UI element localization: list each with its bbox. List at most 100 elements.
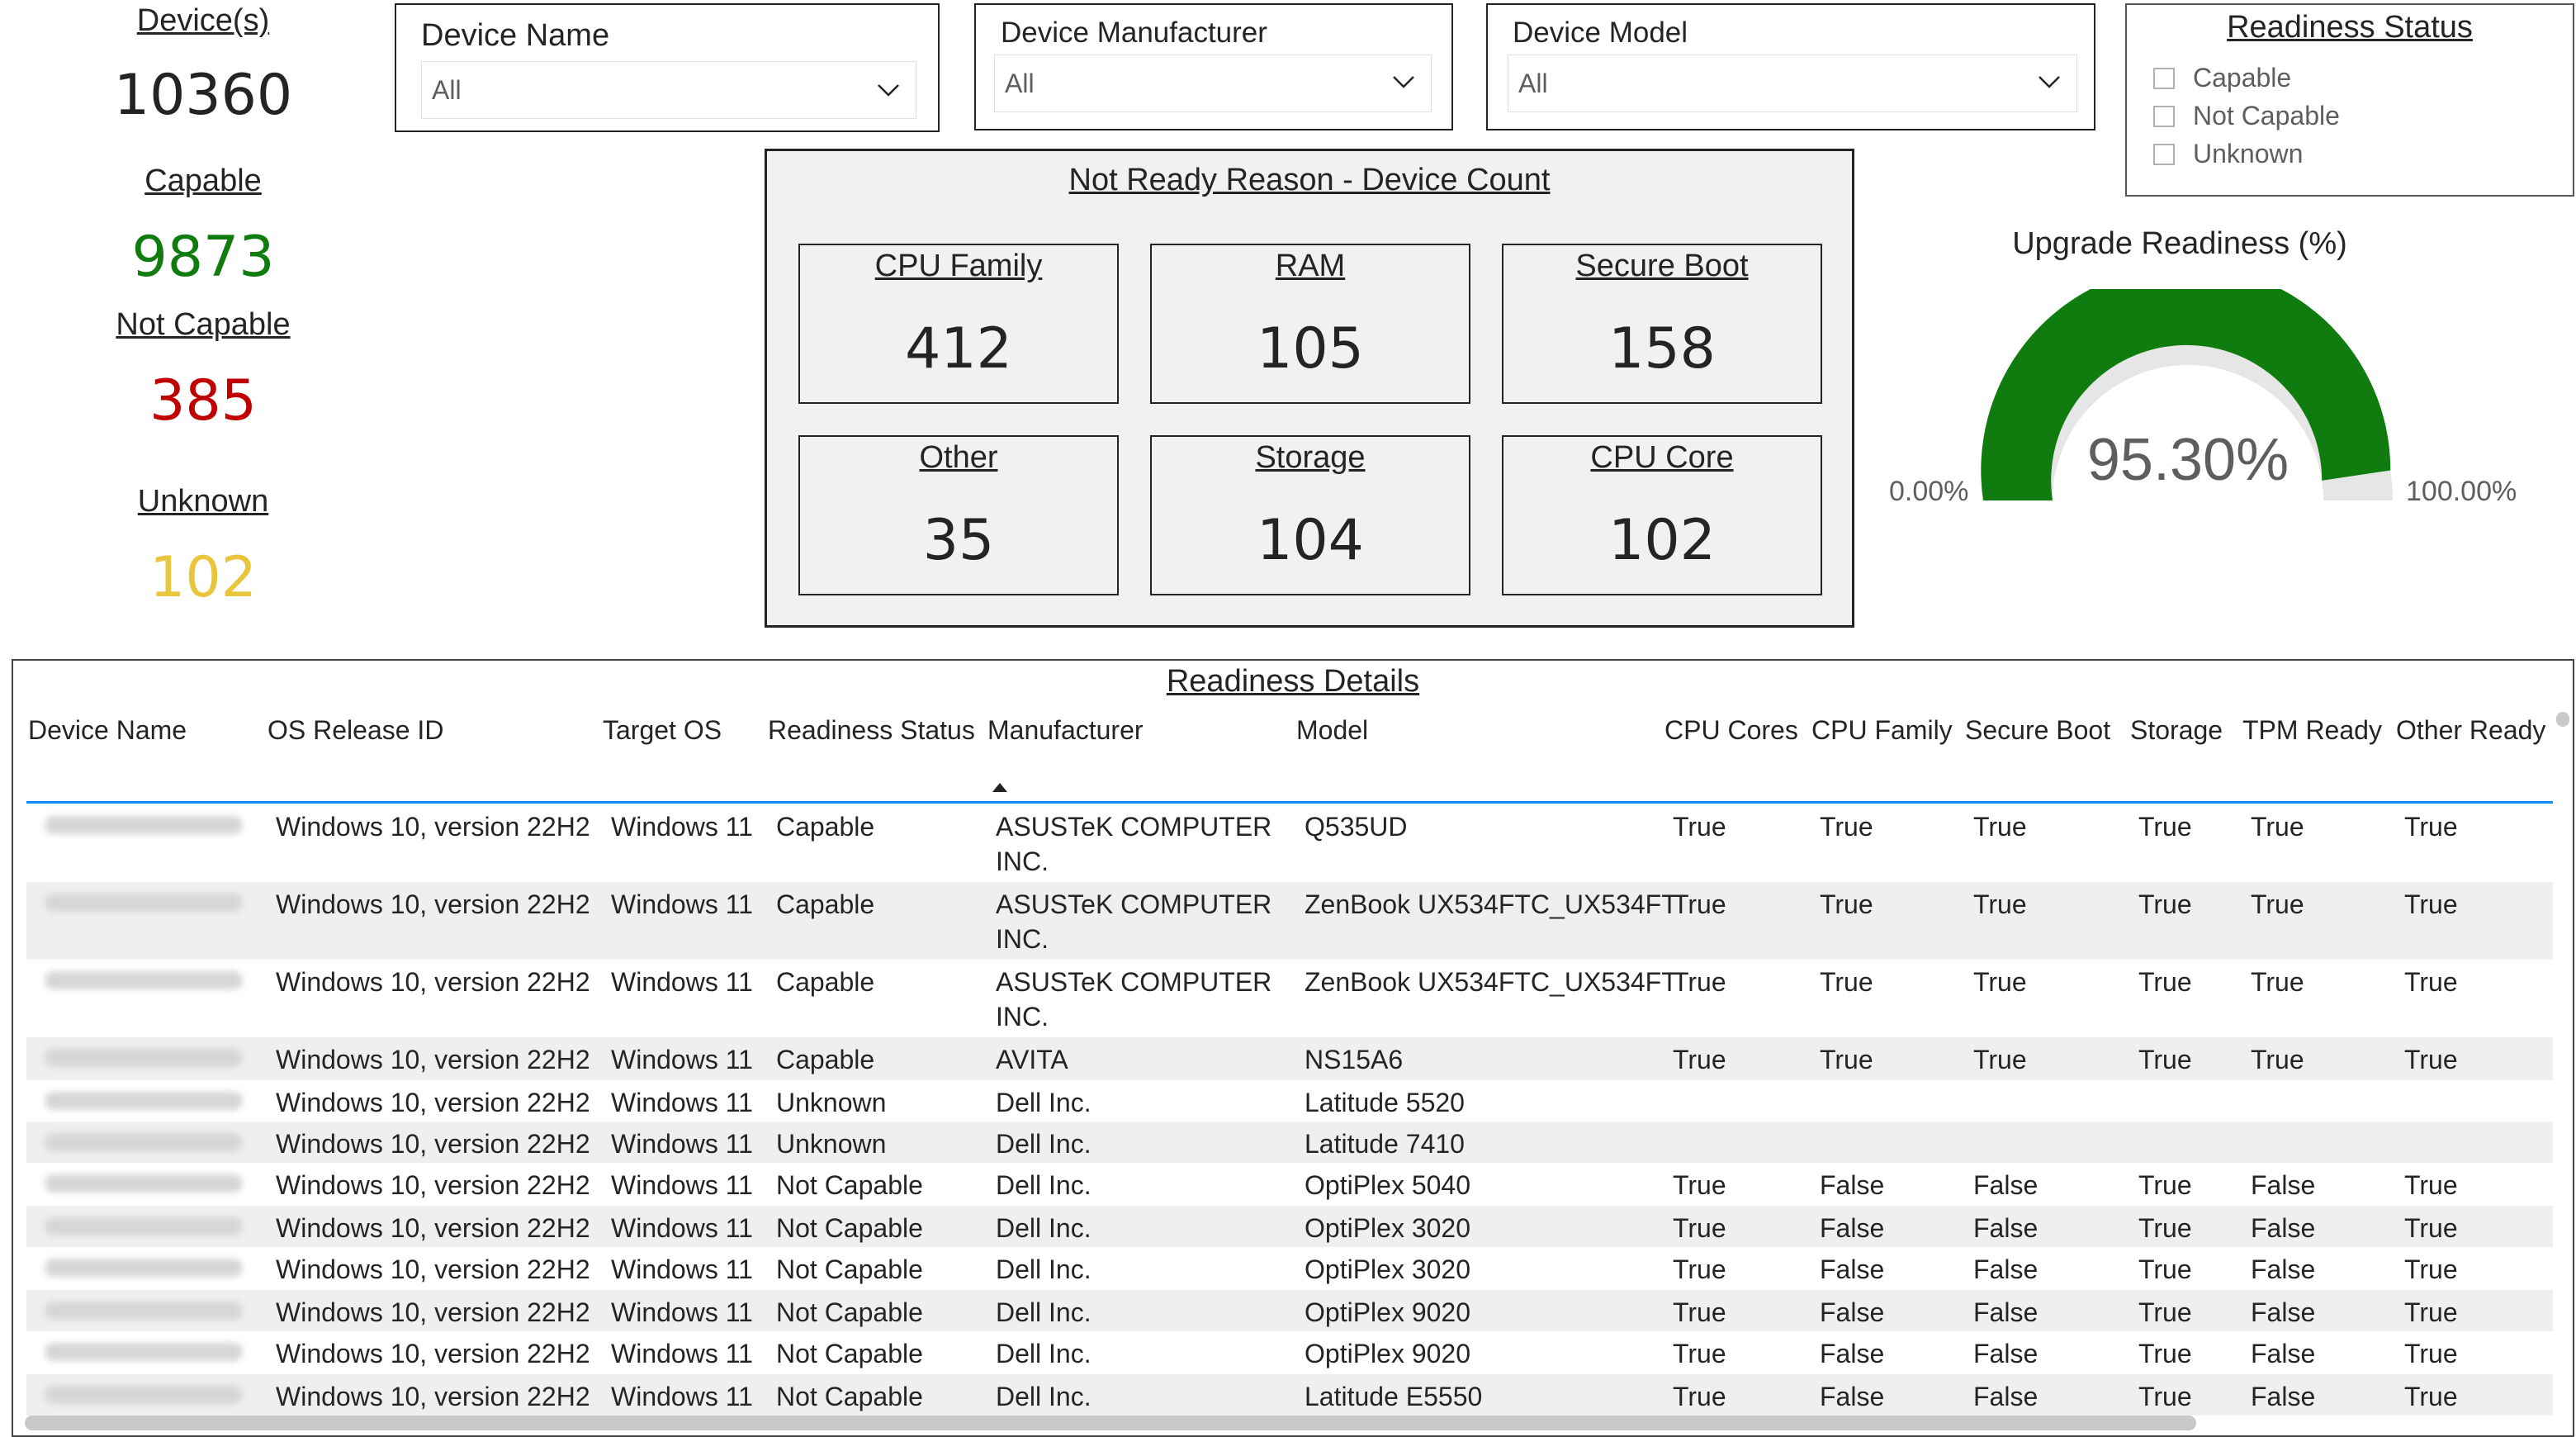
table-cell: Windows 11 xyxy=(611,1170,753,1200)
table-cell: Capable xyxy=(776,889,875,919)
redacted-device-name xyxy=(45,1259,243,1277)
column-header[interactable]: Model xyxy=(1296,715,1368,746)
device-name-slicer-title: Device Name xyxy=(421,18,610,53)
table-cell: True xyxy=(1673,1339,1726,1368)
device-manufacturer-slicer: Device Manufacturer All xyxy=(974,3,1453,130)
card-value: 102 xyxy=(1608,508,1716,573)
table-row[interactable]: Windows 10, version 22H2 Windows 11 Capabl… xyxy=(26,1037,2553,1080)
checkbox-icon xyxy=(2153,105,2175,127)
redacted-device-name xyxy=(45,971,243,989)
column-header[interactable]: Target OS xyxy=(603,715,722,746)
table-cell: OptiPlex 3020 xyxy=(1305,1213,1471,1243)
table-cell: Windows 10, version 22H2 xyxy=(276,967,590,997)
table-cell: False xyxy=(1973,1382,2039,1411)
column-header[interactable]: CPU Cores xyxy=(1664,715,1798,746)
device-manufacturer-dropdown[interactable]: All xyxy=(994,55,1432,112)
table-cell: OptiPlex 5040 xyxy=(1305,1170,1471,1200)
table-cell: Not Capable xyxy=(776,1213,923,1243)
table-cell: Windows 11 xyxy=(611,1382,753,1411)
device-name-dropdown[interactable]: All xyxy=(421,61,916,119)
table-cell: Windows 11 xyxy=(611,1297,753,1327)
chevron-down-icon xyxy=(1393,76,1414,88)
table-cell: INC. xyxy=(996,1002,1049,1032)
card-label: Secure Boot xyxy=(1575,249,1749,283)
table-row[interactable]: Windows 10, version 22H2 Windows 11 Not Ca… xyxy=(26,1331,2553,1374)
table-row[interactable]: Windows 10, version 22H2 Windows 11 Capabl… xyxy=(26,804,2553,882)
table-cell: True xyxy=(1973,1045,2027,1074)
card-label: Other xyxy=(919,440,998,475)
table-row[interactable]: Windows 10, version 22H2 Windows 11 Capabl… xyxy=(26,882,2553,960)
table-cell: True xyxy=(2138,1297,2192,1327)
table-cell: NS15A6 xyxy=(1305,1045,1404,1074)
table-cell: Unknown xyxy=(776,1088,887,1117)
checkbox-icon xyxy=(2153,67,2175,89)
table-row[interactable]: Windows 10, version 22H2 Windows 11 Not Ca… xyxy=(26,1247,2553,1290)
column-header[interactable]: Secure Boot xyxy=(1965,715,2110,746)
card-value: 105 xyxy=(1257,316,1364,382)
column-header[interactable]: Manufacturer xyxy=(987,715,1144,746)
table-cell: Windows 10, version 22H2 xyxy=(276,1045,590,1074)
kpi-not-capable-value: 385 xyxy=(149,368,257,434)
redacted-device-name xyxy=(45,1386,243,1404)
readiness-option-label: Capable xyxy=(2193,63,2292,92)
chevron-down-icon xyxy=(2039,76,2060,88)
column-header[interactable]: CPU Family xyxy=(1811,715,1953,746)
column-header[interactable]: TPM Ready xyxy=(2242,715,2382,746)
gauge-min-label: 0.00% xyxy=(1889,476,1969,507)
table-cell: Latitude 5520 xyxy=(1305,1088,1465,1117)
table-cell: Windows 10, version 22H2 xyxy=(276,812,590,842)
device-manufacturer-slicer-title: Device Manufacturer xyxy=(1001,17,1267,49)
table-cell: Capable xyxy=(776,812,875,842)
table-cell: Windows 10, version 22H2 xyxy=(276,1213,590,1243)
vertical-scrollbar[interactable] xyxy=(2556,712,2569,727)
column-header[interactable]: OS Release ID xyxy=(268,715,443,746)
not-ready-card-secure-boot: Secure Boot 158 xyxy=(1502,244,1822,404)
table-cell: Windows 11 xyxy=(611,1213,753,1243)
not-ready-reason-title: Not Ready Reason - Device Count xyxy=(1068,163,1551,197)
device-model-dropdown[interactable]: All xyxy=(1508,55,2077,112)
table-cell: False xyxy=(1973,1254,2039,1284)
column-header[interactable]: Readiness Status xyxy=(768,715,975,746)
table-cell: True xyxy=(2251,889,2304,919)
table-row[interactable]: Windows 10, version 22H2 Windows 11 Not Ca… xyxy=(26,1206,2553,1247)
table-cell: Windows 11 xyxy=(611,967,753,997)
table-cell: Dell Inc. xyxy=(996,1213,1091,1243)
readiness-option-capable[interactable]: Capable xyxy=(2153,63,2291,93)
table-cell: ZenBook UX534FTC_UX534FT xyxy=(1305,889,1678,919)
card-value: 158 xyxy=(1608,316,1716,382)
redacted-device-name xyxy=(45,1174,243,1193)
readiness-option-not-capable[interactable]: Not Capable xyxy=(2153,101,2340,131)
horizontal-scrollbar[interactable] xyxy=(25,1416,2196,1430)
table-cell: True xyxy=(1973,967,2027,997)
table-cell: True xyxy=(2138,1213,2192,1243)
readiness-option-unknown[interactable]: Unknown xyxy=(2153,139,2303,169)
table-cell: Windows 10, version 22H2 xyxy=(276,1297,590,1327)
column-header[interactable]: Other Ready xyxy=(2396,715,2545,746)
readiness-status-title: Readiness Status xyxy=(2227,10,2473,45)
table-row[interactable]: Windows 10, version 22H2 Windows 11 Not Ca… xyxy=(26,1374,2553,1416)
table-cell: True xyxy=(1673,1213,1726,1243)
table-cell: True xyxy=(1820,1045,1873,1074)
column-header[interactable]: Storage xyxy=(2130,715,2223,746)
table-cell: Windows 11 xyxy=(611,1088,753,1117)
not-ready-card-ram: RAM 105 xyxy=(1150,244,1470,404)
table-cell: Windows 10, version 22H2 xyxy=(276,1129,590,1159)
not-ready-reason-panel: Not Ready Reason - Device Count CPU Fami… xyxy=(765,149,1854,628)
card-label: RAM xyxy=(1275,249,1346,283)
kpi-not-capable-label: Not Capable xyxy=(116,307,291,342)
table-cell: True xyxy=(1820,967,1873,997)
column-header[interactable]: Device Name xyxy=(28,715,187,746)
table-cell: Not Capable xyxy=(776,1170,923,1200)
table-cell: Dell Inc. xyxy=(996,1382,1091,1411)
table-row[interactable]: Windows 10, version 22H2 Windows 11 Unknow… xyxy=(26,1122,2553,1163)
table-cell: INC. xyxy=(996,847,1049,876)
table-row[interactable]: Windows 10, version 22H2 Windows 11 Capabl… xyxy=(26,960,2553,1037)
table-cell: Latitude 7410 xyxy=(1305,1129,1465,1159)
table-cell: ASUSTeK COMPUTER xyxy=(996,889,1272,919)
table-row[interactable]: Windows 10, version 22H2 Windows 11 Unknow… xyxy=(26,1080,2553,1122)
sort-ascending-icon[interactable] xyxy=(992,783,1007,792)
table-row[interactable]: Windows 10, version 22H2 Windows 11 Not Ca… xyxy=(26,1290,2553,1331)
table-cell: Windows 11 xyxy=(611,812,753,842)
table-row[interactable]: Windows 10, version 22H2 Windows 11 Not Ca… xyxy=(26,1163,2553,1206)
gauge-value: 95.30% xyxy=(2086,427,2290,493)
